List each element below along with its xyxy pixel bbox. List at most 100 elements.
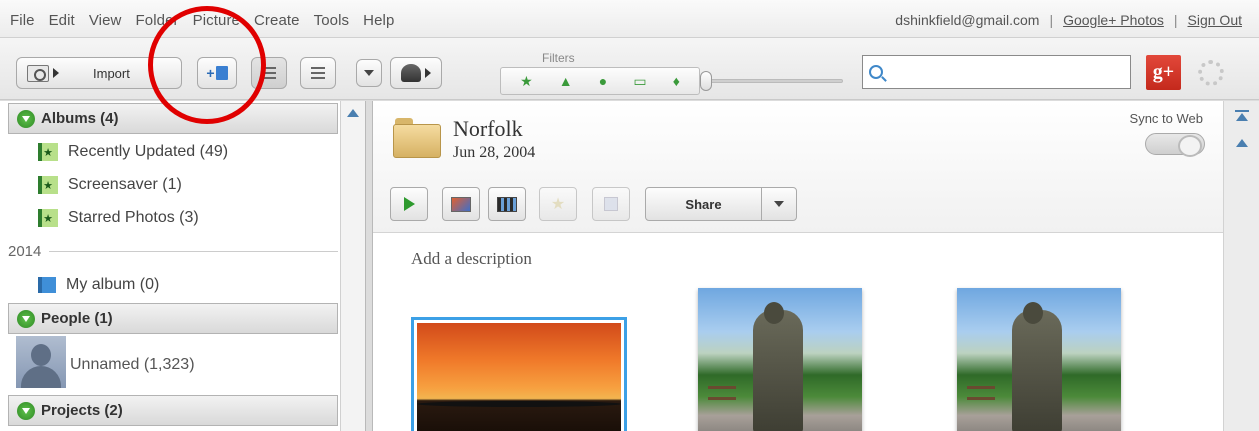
year-divider: 2014 [8, 241, 338, 261]
menu-picture[interactable]: Picture [193, 12, 240, 29]
tree-list-icon [311, 67, 325, 79]
movie-icon [497, 196, 517, 212]
sidebar-scrollbar[interactable] [340, 101, 365, 431]
search-box[interactable] [862, 55, 1131, 89]
import-button[interactable]: Import [16, 57, 182, 89]
albums-header[interactable]: Albums (4) [8, 103, 338, 134]
menu-folder[interactable]: Folder [135, 12, 178, 29]
save-disk-icon [604, 197, 618, 211]
statue-head [764, 302, 784, 324]
sidebar-item-label: Starred Photos (3) [68, 209, 199, 226]
filter-slider-handle[interactable] [700, 71, 712, 91]
play-arrow-icon [53, 68, 59, 78]
divider [49, 250, 338, 252]
share-dropdown[interactable] [762, 201, 796, 207]
google-plus-icon[interactable]: g+ [1146, 55, 1181, 90]
account-area: dshinkfield@gmail.com | Google+ Photos |… [895, 12, 1242, 28]
upload-icon[interactable]: ▲ [559, 73, 573, 89]
menu-tools[interactable]: Tools [314, 12, 350, 29]
new-album-button[interactable]: + [197, 57, 237, 89]
account-email: dshinkfield@gmail.com [895, 12, 1040, 28]
list-icon [262, 67, 276, 79]
movie-icon[interactable]: ▭ [633, 73, 646, 90]
collapse-icon[interactable] [17, 109, 35, 128]
search-input[interactable] [891, 64, 1121, 80]
menu-file[interactable]: File [10, 12, 35, 29]
projects-header[interactable]: Projects (2) [8, 395, 338, 426]
description-field[interactable]: Add a description [411, 249, 532, 269]
scroll-up-icon[interactable] [347, 109, 359, 117]
scroll-top-bar-icon [1235, 110, 1249, 112]
people-header[interactable]: People (1) [8, 303, 338, 334]
toolbar: Import + Filters ★ ▲ ● ▭ ♦ g+ [0, 38, 1259, 100]
photo-thumbnail-sunset[interactable] [411, 317, 627, 431]
menu-help[interactable]: Help [363, 12, 394, 29]
sidebar-item-screensaver[interactable]: ★ Screensaver (1) [38, 176, 182, 194]
folder-title[interactable]: Norfolk [453, 116, 523, 142]
star-album-icon: ★ [38, 176, 58, 194]
import-label: Import [93, 65, 130, 81]
geotag-icon[interactable]: ♦ [673, 73, 680, 89]
save-button[interactable] [592, 187, 630, 221]
star-album-icon: ★ [38, 143, 58, 161]
menu-edit[interactable]: Edit [49, 12, 75, 29]
main-menu: File Edit View Folder Picture Create Too… [10, 12, 408, 29]
view-thumbnails-button[interactable] [251, 57, 287, 89]
sidebar-item-recently-updated[interactable]: ★ Recently Updated (49) [38, 143, 228, 161]
view-options-dropdown[interactable] [356, 59, 382, 87]
share-button[interactable]: Share [645, 187, 797, 221]
filter-slider-track[interactable] [703, 79, 843, 83]
view-tree-button[interactable] [300, 57, 336, 89]
album-icon [215, 66, 228, 80]
main-scrollbar[interactable] [1223, 101, 1259, 431]
photo-thumbnail-statue[interactable] [698, 288, 862, 431]
folder-date: Jun 28, 2004 [453, 144, 536, 161]
movie-button[interactable] [488, 187, 526, 221]
statue-figure [753, 310, 803, 431]
star-album-icon: ★ [38, 209, 58, 227]
filter-buttons: ★ ▲ ● ▭ ♦ [500, 67, 700, 95]
main-panel: Norfolk Jun 28, 2004 Sync to Web ★ Share… [372, 101, 1259, 431]
scroll-up-icon[interactable] [1236, 139, 1248, 147]
star-icon[interactable]: ★ [520, 73, 533, 90]
separator: | [1049, 12, 1054, 28]
albums-header-label: Albums (4) [41, 110, 119, 127]
person-icon[interactable]: ● [599, 73, 607, 89]
sidebar-item-my-album[interactable]: My album (0) [38, 276, 159, 294]
collapse-icon[interactable] [17, 309, 35, 328]
collage-button[interactable] [442, 187, 480, 221]
sync-toggle[interactable] [1145, 133, 1205, 157]
play-arrow-icon [425, 68, 431, 78]
people-button[interactable] [390, 57, 442, 89]
person-body-icon [21, 366, 61, 388]
people-header-label: People (1) [41, 310, 113, 327]
loading-spinner-icon [1198, 60, 1224, 86]
chevron-down-icon [774, 201, 784, 207]
chevron-down-icon [364, 70, 374, 76]
menu-create[interactable]: Create [254, 12, 300, 29]
person-thumbnail[interactable] [16, 336, 66, 388]
sidebar-item-unnamed[interactable]: Unnamed (1,323) [70, 356, 195, 374]
share-label: Share [685, 196, 722, 212]
slideshow-button[interactable] [390, 187, 428, 221]
menu-bar: File Edit View Folder Picture Create Too… [0, 0, 1259, 38]
search-icon [869, 65, 883, 79]
star-button[interactable]: ★ [539, 187, 577, 221]
collapse-icon[interactable] [17, 401, 35, 420]
filters-panel: Filters ★ ▲ ● ▭ ♦ [500, 47, 843, 97]
menu-view[interactable]: View [89, 12, 122, 29]
photo-thumbnail-statue[interactable] [957, 288, 1121, 431]
folder-header: Norfolk Jun 28, 2004 Sync to Web ★ Share [373, 101, 1223, 233]
sidebar-item-starred-photos[interactable]: ★ Starred Photos (3) [38, 209, 199, 227]
sidebar-item-label: Recently Updated (49) [68, 143, 229, 160]
sign-out-link[interactable]: Sign Out [1188, 12, 1242, 28]
person-head-icon [31, 344, 51, 366]
sync-label: Sync to Web [1129, 111, 1203, 126]
statue-head [1023, 302, 1043, 324]
scroll-to-top-icon[interactable] [1236, 113, 1248, 121]
google-plus-photos-link[interactable]: Google+ Photos [1063, 12, 1164, 28]
picture-collage-icon [451, 196, 471, 212]
year-label: 2014 [8, 242, 42, 260]
bench-shape [708, 386, 736, 400]
folder-icon [393, 118, 441, 158]
